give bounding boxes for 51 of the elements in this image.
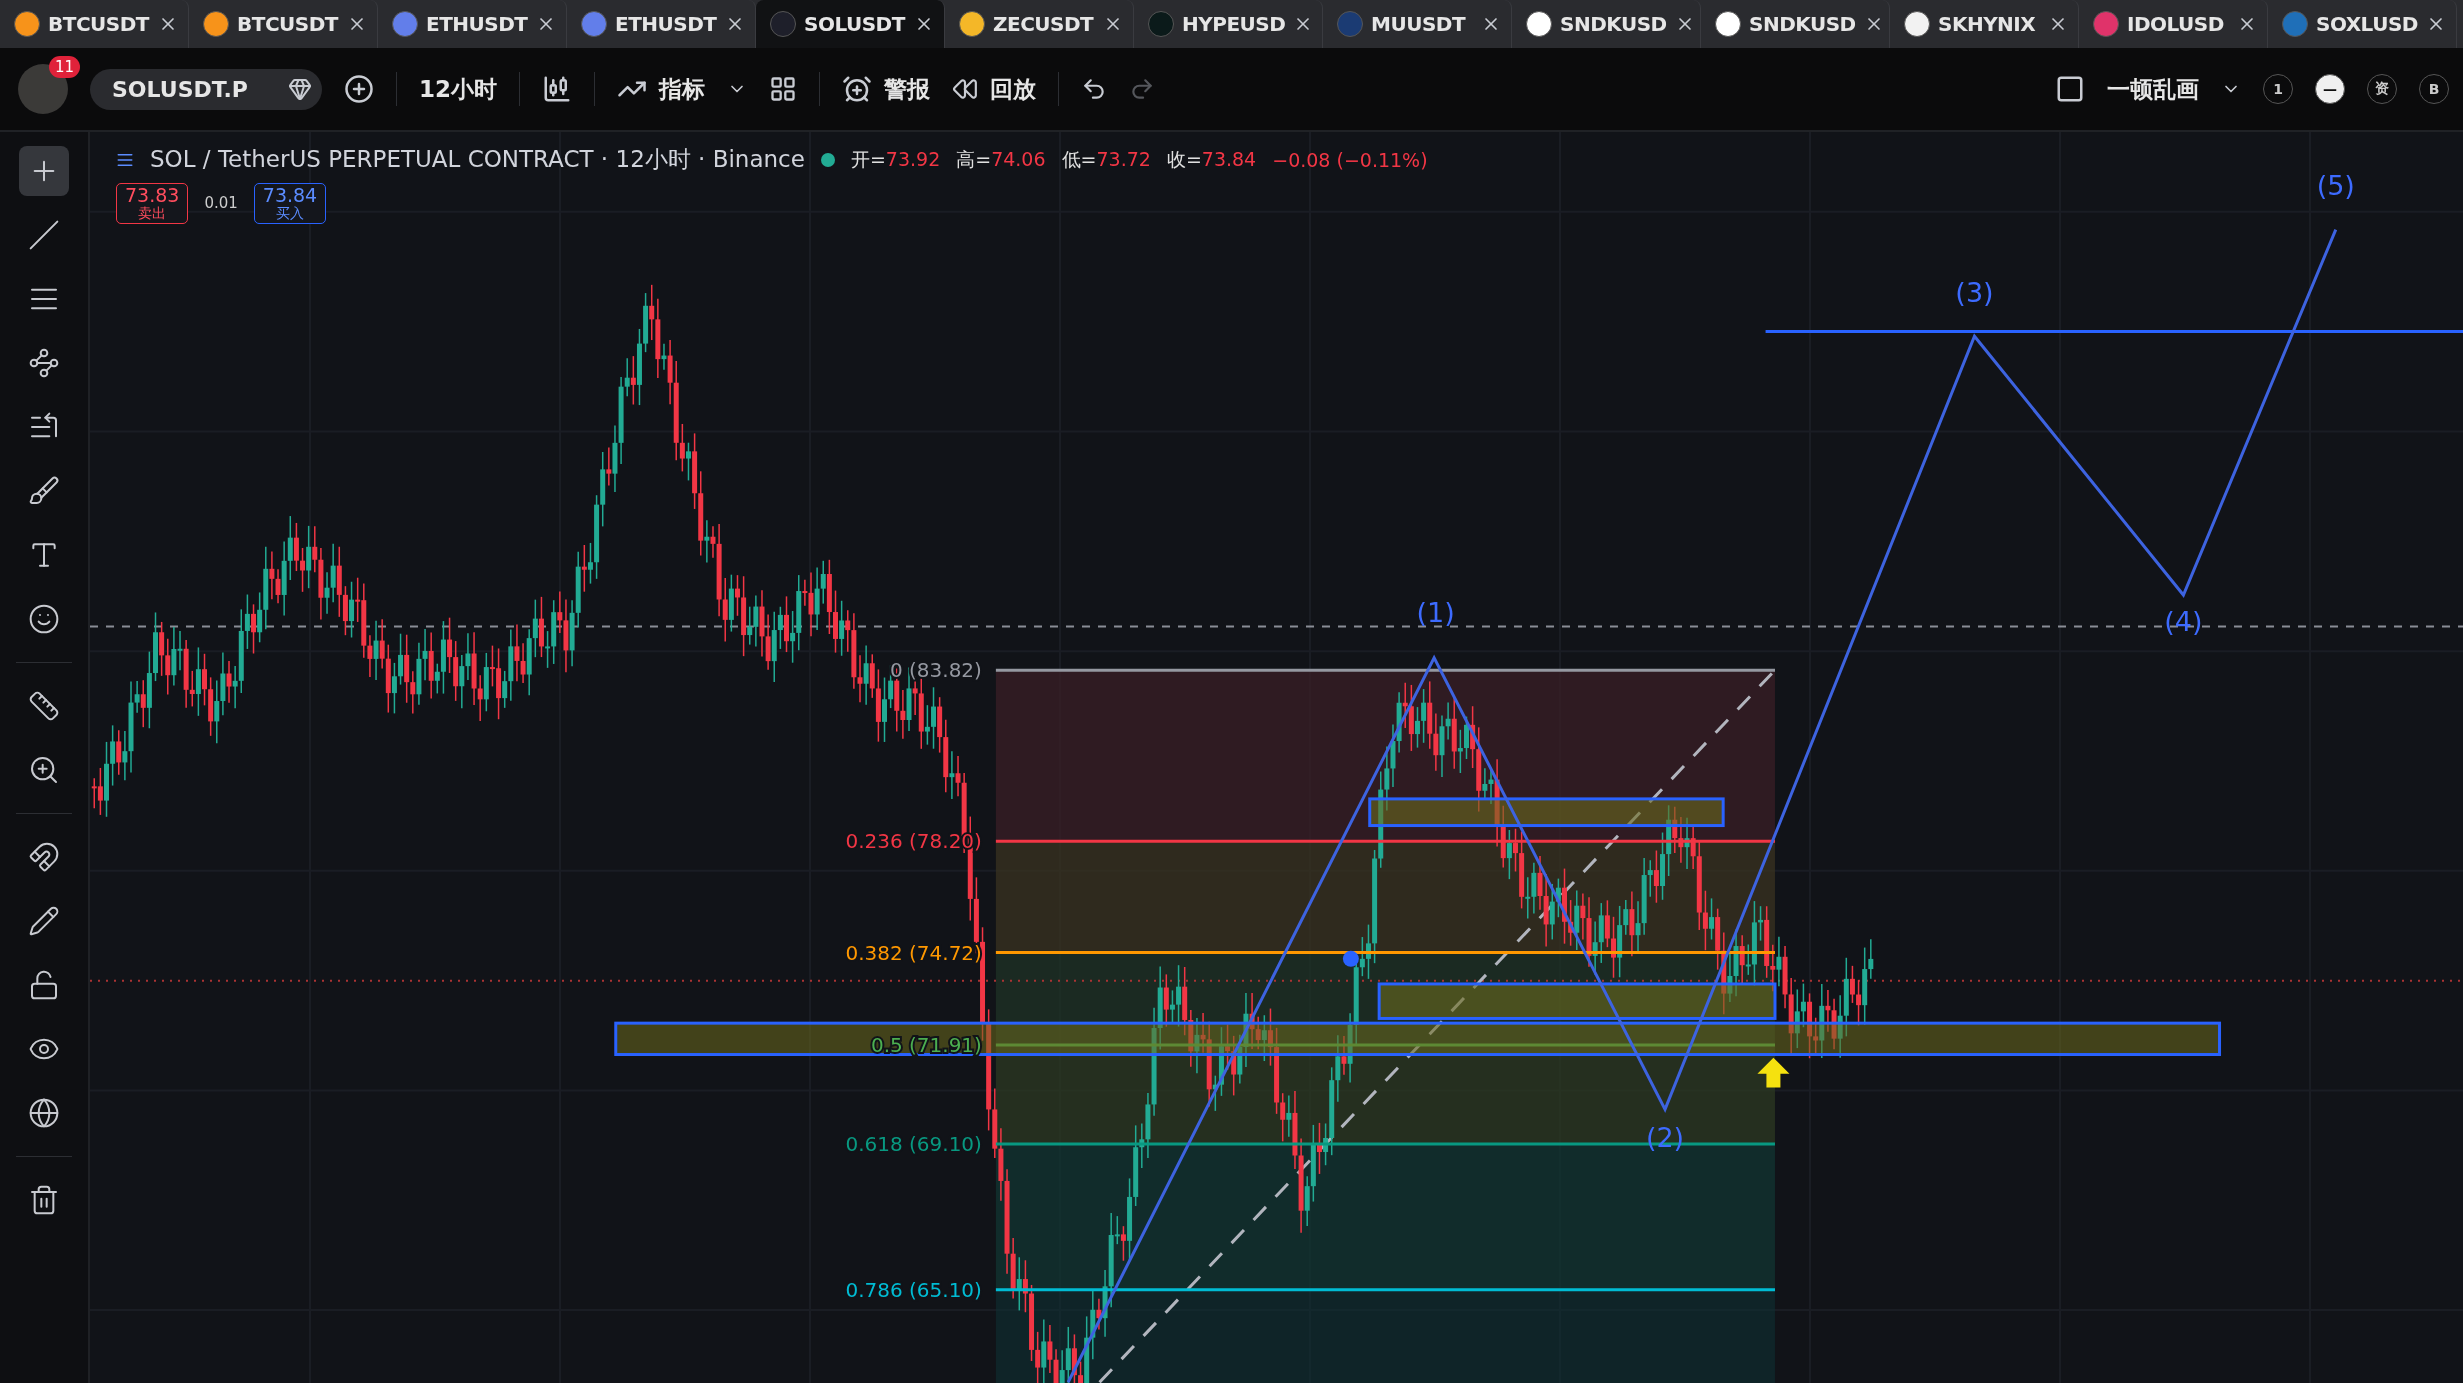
ohlc-value: 低=73.72 bbox=[1061, 146, 1151, 172]
grid-icon[interactable] bbox=[768, 75, 797, 103]
alert-button[interactable]: 警报 bbox=[841, 73, 930, 105]
square-icon[interactable] bbox=[2055, 74, 2085, 104]
wave-label: (3) bbox=[1955, 276, 1994, 308]
notification-badge: 11 bbox=[48, 56, 80, 78]
coin-icon bbox=[1904, 11, 1930, 37]
wave-label: (2) bbox=[1645, 1122, 1685, 1154]
fib-level-label: 0.618 (69.10) bbox=[845, 1131, 982, 1156]
status-dot bbox=[820, 152, 835, 167]
circle-button[interactable]: — bbox=[2315, 74, 2345, 104]
symbol-tab[interactable]: SOLUSDT bbox=[756, 0, 945, 48]
interval-button[interactable]: 12小时 bbox=[418, 73, 497, 105]
symbol-search-button[interactable]: SOLUSDT.P bbox=[90, 68, 322, 110]
add-icon[interactable] bbox=[343, 74, 374, 104]
coin-icon bbox=[14, 11, 40, 37]
fib-level-label: 0.382 (74.72) bbox=[845, 940, 982, 965]
rewind-icon bbox=[951, 76, 978, 102]
coin-icon bbox=[1337, 11, 1363, 37]
diamond-icon[interactable] bbox=[287, 77, 312, 101]
coin-icon bbox=[1148, 11, 1174, 37]
coin-icon bbox=[203, 11, 229, 37]
indicators-button[interactable]: 指标 bbox=[616, 73, 705, 105]
sell-button[interactable]: 73.83 卖出 bbox=[116, 183, 189, 224]
wave-label: (4) bbox=[2164, 606, 2203, 638]
crosshair-icon[interactable] bbox=[19, 146, 69, 196]
fib-level-label: 0.5 (71.91) bbox=[870, 1033, 982, 1058]
anchor-dot[interactable] bbox=[1342, 950, 1359, 967]
spread-value: 0.01 bbox=[204, 194, 238, 213]
coin-icon bbox=[959, 11, 985, 37]
ohlc-value: 收=73.84 bbox=[1166, 146, 1257, 172]
replay-button[interactable]: 回放 bbox=[951, 73, 1036, 105]
coin-icon bbox=[1715, 11, 1741, 37]
coin-icon bbox=[1526, 11, 1552, 37]
ohlc-value: 开=73.92 bbox=[850, 146, 941, 172]
symbol-title: SOL / TetherUS PERPETUAL CONTRACT · 12小时 · Binance bbox=[150, 145, 805, 174]
up-arrow-icon bbox=[1757, 1057, 1790, 1088]
wave-label: (1) bbox=[1416, 596, 1455, 628]
alarm-clock-icon bbox=[841, 74, 872, 104]
coin-icon bbox=[2093, 11, 2119, 37]
wave-label: (5) bbox=[2316, 170, 2355, 202]
coin-icon bbox=[392, 11, 418, 37]
coin-icon bbox=[581, 11, 607, 37]
coin-icon bbox=[2282, 11, 2308, 37]
fib-level-label: 0.786 (65.10) bbox=[845, 1277, 982, 1302]
price-change: −0.08 (−0.11%) bbox=[1272, 148, 1428, 171]
layout-button[interactable]: 一顿乱画 bbox=[2107, 73, 2199, 105]
coin-icon bbox=[770, 11, 796, 37]
fib-level-label: 0 (83.82) bbox=[890, 658, 982, 683]
buy-button[interactable]: 73.84 买入 bbox=[253, 183, 327, 224]
ohlc-value: 高=74.06 bbox=[956, 146, 1046, 172]
